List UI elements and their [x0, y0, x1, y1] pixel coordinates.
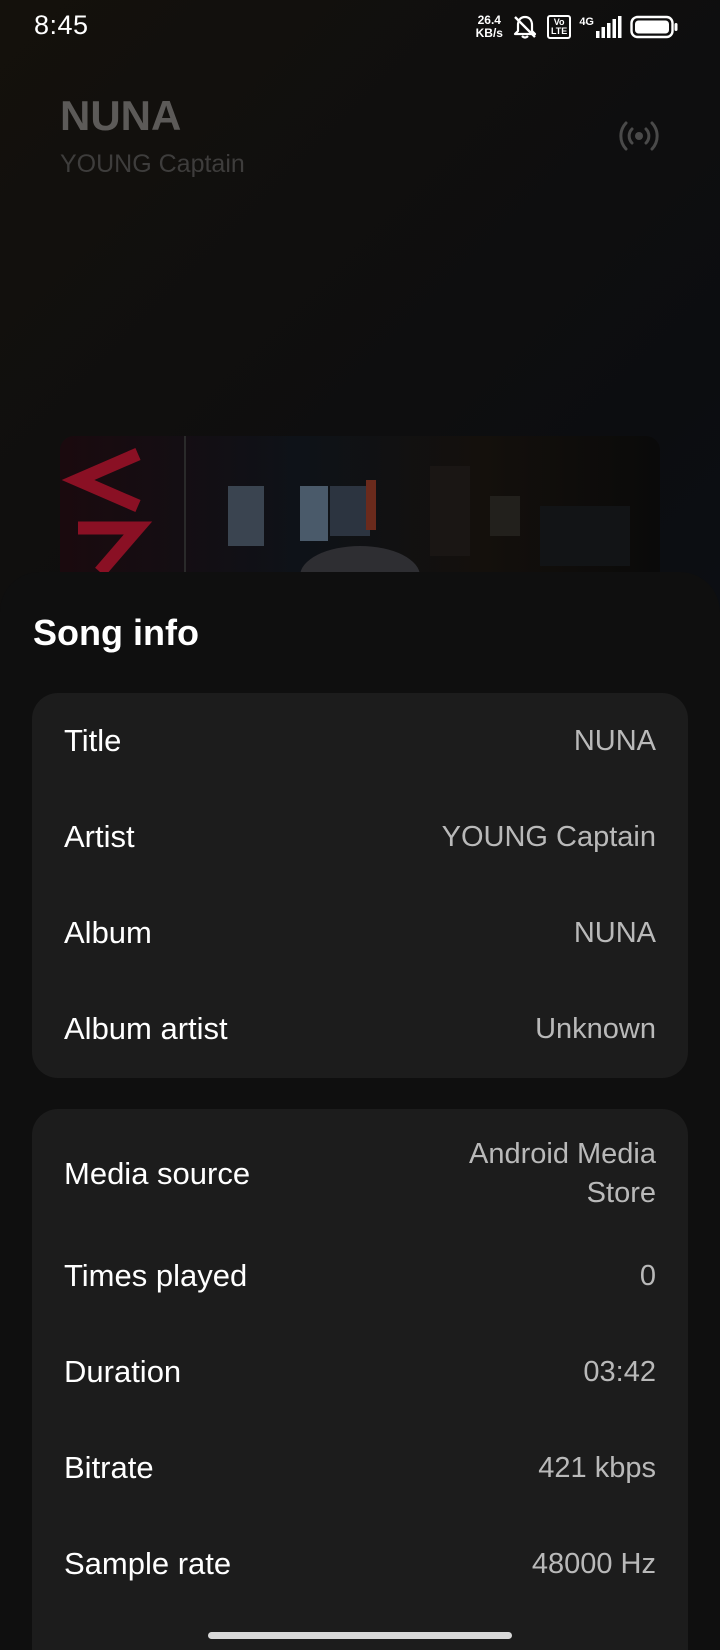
network-speed: 26.4 KB/s	[476, 14, 503, 40]
info-value-artist: YOUNG Captain	[441, 820, 656, 853]
network-speed-unit: KB/s	[475, 26, 503, 40]
info-value-album: NUNA	[573, 916, 656, 949]
info-label-title: Title	[64, 723, 122, 758]
info-value-duration: 03:42	[583, 1355, 656, 1388]
info-label-sample-rate: Sample rate	[64, 1546, 232, 1581]
battery-icon	[630, 15, 678, 39]
info-value-title: NUNA	[573, 724, 656, 757]
general-info-card: Title NUNA Artist YOUNG Captain Album NU…	[32, 693, 688, 1078]
info-value-media-source-line2: Store	[586, 1177, 656, 1209]
info-label-times-played: Times played	[64, 1258, 248, 1293]
status-icons: 26.4 KB/s Vo LTE 4G	[476, 12, 678, 42]
info-value-album-artist: Unknown	[535, 1012, 656, 1045]
home-indicator[interactable]	[208, 1632, 512, 1639]
song-info-sheet: Song info Title NUNA Artist YOUNG Captai…	[0, 572, 720, 1650]
info-value-media-source: Android Media Store	[469, 1135, 656, 1213]
network-type: 4G	[579, 16, 594, 28]
cast-broadcast-icon[interactable]	[618, 116, 660, 156]
info-label-artist: Artist	[64, 819, 135, 854]
info-row-title: Title NUNA	[64, 721, 656, 761]
technical-info-card: Media source Android Media Store Times p…	[32, 1109, 688, 1650]
info-label-media-source: Media source	[64, 1156, 251, 1191]
info-label-album: Album	[64, 915, 152, 950]
album-art	[60, 436, 660, 576]
info-row-times-played: Times played 0	[64, 1256, 656, 1296]
signal-bars-icon	[596, 16, 622, 38]
info-row-media-source: Media source Android Media Store	[64, 1134, 656, 1214]
info-label-bitrate: Bitrate	[64, 1450, 154, 1485]
status-time: 8:45	[34, 10, 89, 40]
song-info-screen: 8:45 26.4 KB/s Vo LTE 4G NUNA YOUNG Capt…	[0, 0, 720, 1650]
info-row-sample-rate: Sample rate 48000 Hz	[64, 1544, 656, 1584]
info-value-sample-rate: 48000 Hz	[531, 1547, 656, 1580]
now-playing-title: NUNA	[60, 92, 182, 139]
info-value-times-played: 0	[639, 1259, 656, 1292]
info-value-bitrate: 421 kbps	[538, 1451, 656, 1484]
info-row-bitrate: Bitrate 421 kbps	[64, 1448, 656, 1488]
info-row-artist: Artist YOUNG Captain	[64, 817, 656, 857]
album-art-image	[61, 436, 630, 576]
info-label-album-artist: Album artist	[64, 1011, 228, 1046]
volte-bottom-text: LTE	[550, 26, 568, 36]
volte-icon: Vo LTE	[546, 15, 572, 39]
info-row-album-artist: Album artist Unknown	[64, 1009, 656, 1049]
signal-icon: 4G	[579, 16, 622, 38]
info-row-duration: Duration 03:42	[64, 1352, 656, 1392]
info-label-duration: Duration	[64, 1354, 182, 1389]
info-row-album: Album NUNA	[64, 913, 656, 953]
status-bar: 8:45 26.4 KB/s Vo LTE 4G	[0, 0, 720, 54]
song-info-heading: Song info	[33, 612, 199, 653]
info-value-media-source-line1: Android Media	[469, 1138, 656, 1170]
bell-off-icon	[513, 15, 537, 39]
now-playing-artist: YOUNG Captain	[60, 150, 245, 178]
